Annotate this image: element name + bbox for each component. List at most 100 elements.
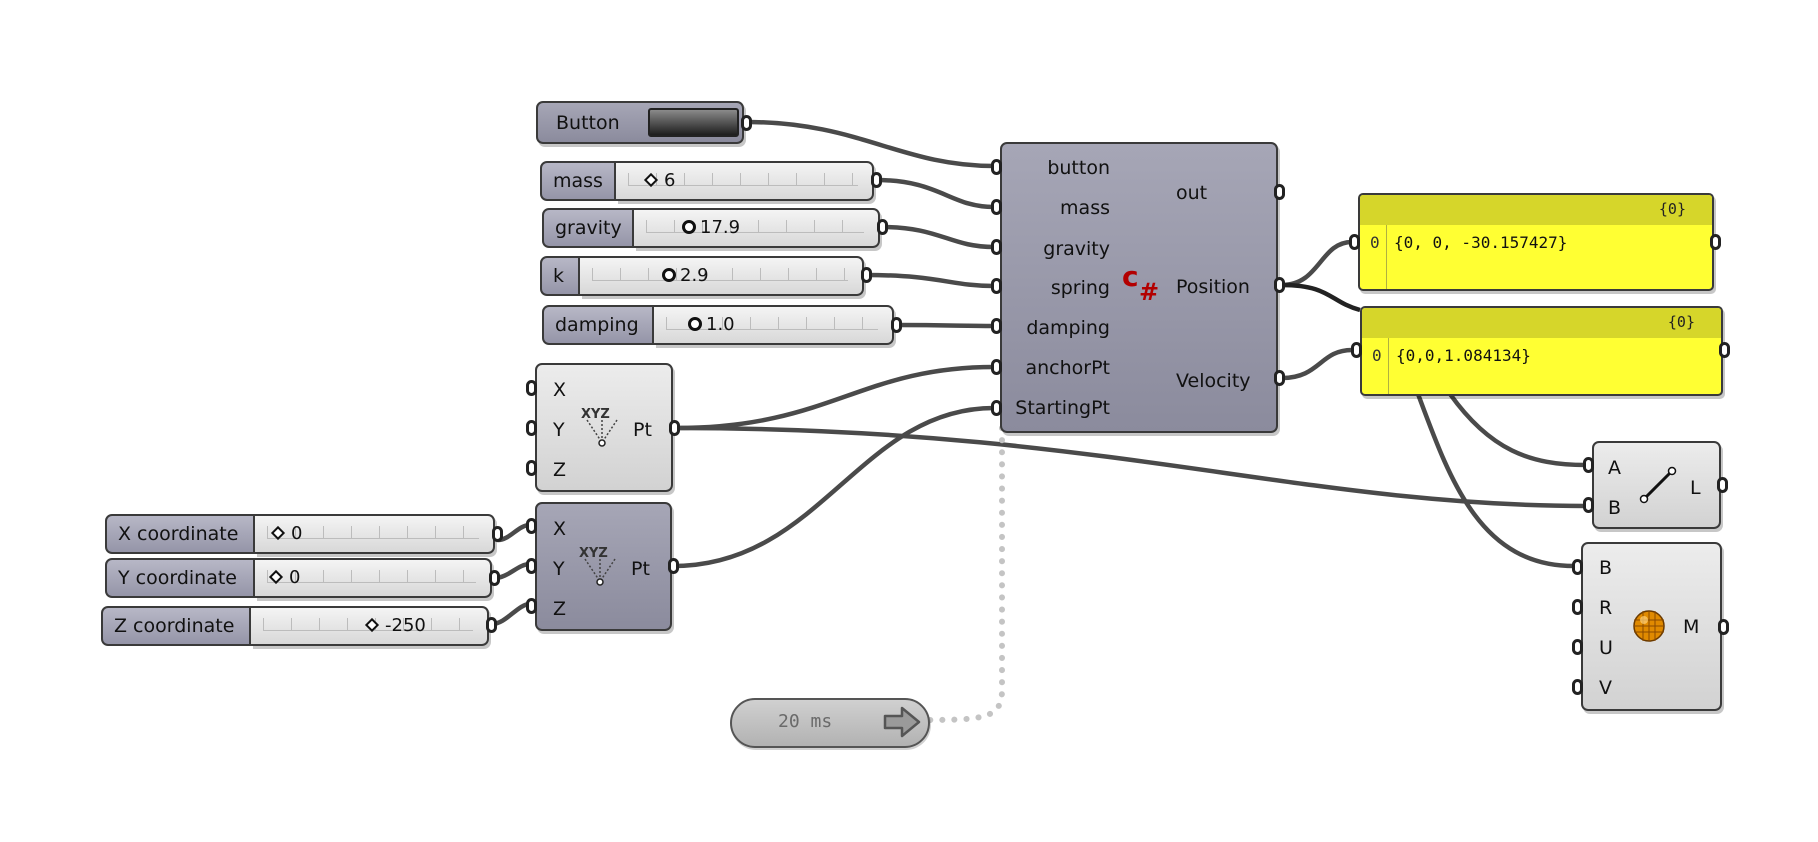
velocity-panel-output-port[interactable] <box>1719 342 1730 358</box>
point-1-port-pt[interactable] <box>669 420 680 436</box>
script-port-velocity[interactable] <box>1274 370 1285 386</box>
slider-damping-grip[interactable] <box>688 317 702 331</box>
point-2-port-z[interactable] <box>526 598 537 614</box>
point-1-port-x[interactable] <box>526 380 537 396</box>
panel-divider <box>1386 225 1387 289</box>
slider-gravity-output-port[interactable] <box>877 219 888 235</box>
slider-gravity-track[interactable]: 17.9 <box>634 208 880 248</box>
sphere-input-r: R <box>1599 597 1613 619</box>
slider-mass-output-port[interactable] <box>871 172 882 188</box>
line-input-b: B <box>1608 497 1622 519</box>
sphere-input-b: B <box>1599 557 1613 579</box>
slider-z-coordinate-output-port[interactable] <box>486 617 497 633</box>
point-1-input-z: Z <box>553 459 567 481</box>
slider-x-coordinate-output-port[interactable] <box>492 526 503 542</box>
slider-y-coordinate-track[interactable]: 0 <box>255 558 492 598</box>
script-port-spring[interactable] <box>991 278 1002 294</box>
construct-point-component-2[interactable]: X Y Z XYZ Pt <box>535 502 672 631</box>
line-output-l: L <box>1690 477 1701 499</box>
button-component[interactable]: Button <box>536 101 744 144</box>
slider-damping-value: 1.0 <box>706 314 735 335</box>
csharp-script-component[interactable]: button mass gravity spring damping ancho… <box>1000 142 1278 433</box>
script-port-mass[interactable] <box>991 199 1002 215</box>
script-input-startingpt: StartingPt <box>1015 397 1110 419</box>
timer-component[interactable]: 20 ms <box>730 698 930 748</box>
slider-k-tag: k <box>540 256 580 296</box>
slider-z-coordinate-track[interactable]: -250 <box>251 606 489 646</box>
panel-divider <box>1388 338 1389 394</box>
script-port-anchorpt[interactable] <box>991 359 1002 375</box>
wire-gravity-to-gravity <box>879 224 997 250</box>
script-input-mass: mass <box>1060 197 1110 219</box>
slider-damping-output-port[interactable] <box>891 317 902 333</box>
wire-velocity-to-panel2 <box>1279 347 1355 381</box>
wire-panel2-to-sphere-b <box>1415 391 1577 569</box>
panel-path-count: {0} <box>1667 313 1695 331</box>
line-port-l[interactable] <box>1717 477 1728 493</box>
slider-gravity[interactable]: gravity 17.9 <box>542 208 880 248</box>
button-output-port[interactable] <box>741 115 752 131</box>
point-2-port-y[interactable] <box>526 558 537 574</box>
panel-value: {0,0,1.084134} <box>1396 346 1531 365</box>
slider-x-coordinate-track[interactable]: 0 <box>255 514 495 554</box>
mesh-sphere-component[interactable]: B R U V M <box>1581 542 1722 711</box>
sphere-input-u: U <box>1599 637 1613 659</box>
panel-value: {0, 0, -30.157427} <box>1394 233 1568 252</box>
script-port-startingpt[interactable] <box>991 400 1002 416</box>
slider-k-output-port[interactable] <box>861 267 872 283</box>
wire-z-to-pt2 <box>489 601 533 627</box>
slider-y-coordinate[interactable]: Y coordinate 0 <box>105 558 492 598</box>
velocity-panel[interactable]: {0} 0 {0,0,1.084134} <box>1360 306 1723 396</box>
script-port-gravity[interactable] <box>991 239 1002 255</box>
xyz-point-icon: XYZ <box>581 407 618 447</box>
slider-y-coordinate-output-port[interactable] <box>489 570 500 586</box>
slider-z-coordinate[interactable]: Z coordinate -250 <box>101 606 489 646</box>
line-port-b[interactable] <box>1583 497 1594 513</box>
script-port-button[interactable] <box>991 159 1002 175</box>
timer-link <box>922 425 1005 723</box>
velocity-panel-input-port[interactable] <box>1351 342 1362 358</box>
position-panel-output-port[interactable] <box>1710 234 1721 250</box>
point-2-port-pt[interactable] <box>668 558 679 574</box>
slider-mass[interactable]: mass 6 <box>540 161 874 201</box>
sphere-port-r[interactable] <box>1572 599 1583 615</box>
grasshopper-canvas[interactable]: Button mass 6 gravity 17.9 k 2.9 damping… <box>0 0 1818 842</box>
button-face[interactable] <box>648 108 739 137</box>
slider-z-coordinate-value: -250 <box>385 615 426 636</box>
slider-y-coordinate-tag: Y coordinate <box>105 558 255 598</box>
slider-damping-track[interactable]: 1.0 <box>654 305 894 345</box>
slider-y-coordinate-value: 0 <box>289 567 301 588</box>
line-component[interactable]: A B L <box>1592 441 1721 529</box>
point-1-port-y[interactable] <box>526 420 537 436</box>
point-1-input-x: X <box>553 379 567 401</box>
sphere-port-v[interactable] <box>1572 679 1583 695</box>
slider-mass-track[interactable]: 6 <box>616 161 874 201</box>
position-panel[interactable]: {0} 0 {0, 0, -30.157427} <box>1358 193 1714 291</box>
slider-mass-tag: mass <box>540 161 616 201</box>
svg-text:XYZ: XYZ <box>579 546 608 561</box>
point-2-port-x[interactable] <box>526 518 537 534</box>
slider-k-track[interactable]: 2.9 <box>580 256 864 296</box>
script-port-damping[interactable] <box>991 318 1002 334</box>
sphere-port-m[interactable] <box>1718 619 1729 635</box>
script-port-position[interactable] <box>1274 277 1285 293</box>
sphere-port-u[interactable] <box>1572 639 1583 655</box>
script-input-anchorpt: anchorPt <box>1025 357 1110 379</box>
sphere-port-b[interactable] <box>1572 559 1583 575</box>
panel-index: 0 <box>1372 346 1382 365</box>
script-port-out[interactable] <box>1274 184 1285 200</box>
position-panel-input-port[interactable] <box>1349 234 1360 250</box>
button-component-label: Button <box>556 112 620 134</box>
slider-k[interactable]: k 2.9 <box>540 256 864 296</box>
slider-k-grip[interactable] <box>662 268 676 282</box>
slider-damping[interactable]: damping 1.0 <box>542 305 894 345</box>
script-input-damping: damping <box>1026 317 1110 339</box>
construct-point-component-1[interactable]: X Y Z XYZ Pt <box>535 363 673 492</box>
slider-x-coordinate[interactable]: X coordinate 0 <box>105 514 495 554</box>
point-1-output-pt: Pt <box>633 419 652 441</box>
point-1-port-z[interactable] <box>526 460 537 476</box>
xyz-point-icon: XYZ <box>579 546 616 586</box>
slider-ticks <box>628 173 858 186</box>
slider-gravity-grip[interactable] <box>682 220 696 234</box>
line-port-a[interactable] <box>1583 457 1594 473</box>
